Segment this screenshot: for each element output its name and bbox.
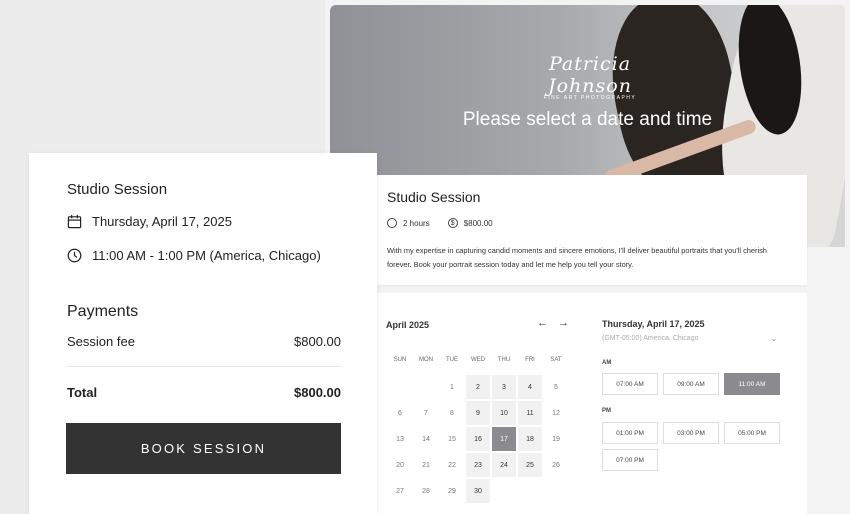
weekday-header: SAT: [550, 357, 562, 363]
calendar-card: April 2025 ← → Thursday, April 17, 2025 …: [377, 293, 807, 514]
booking-summary-card: Studio Session Thursday, April 17, 2025 …: [29, 153, 377, 514]
weekday-header: WED: [471, 357, 485, 363]
calendar-day: 28: [422, 487, 430, 495]
calendar-day[interactable]: 25: [518, 453, 542, 477]
calendar-day: 12: [552, 409, 560, 417]
service-description: With my expertise in capturing candid mo…: [387, 246, 767, 269]
pm-label: PM: [602, 408, 611, 414]
time-slot-button[interactable]: 07:00 PM: [602, 449, 658, 471]
am-label: AM: [602, 360, 612, 366]
time-slot-button[interactable]: 11:00 AM: [724, 373, 780, 395]
time-slot-button[interactable]: 01:00 PM: [602, 422, 658, 444]
calendar-month: April 2025: [386, 320, 430, 330]
calendar-day[interactable]: 3: [492, 375, 516, 399]
prev-month-button[interactable]: ←: [537, 317, 548, 329]
weekday-header: SUN: [393, 357, 407, 363]
month-nav: ← →: [537, 317, 569, 329]
time-slot-button[interactable]: 09:00 AM: [663, 373, 719, 395]
time-slot-button[interactable]: 07:00 AM: [602, 373, 658, 395]
calendar-day: 21: [422, 461, 430, 469]
dollar-icon: $: [447, 218, 458, 228]
calendar-day: 14: [422, 435, 430, 443]
session-fee-row: Session fee $800.00: [67, 334, 341, 349]
hero-title: Please select a date and time: [462, 109, 713, 130]
service-price: $800.00: [463, 218, 493, 228]
selected-date-label: Thursday, April 17, 2025: [602, 319, 705, 329]
total-label: Total: [67, 385, 98, 400]
weekday-header: FRI: [525, 357, 535, 363]
calendar-day[interactable]: 18: [518, 427, 542, 451]
calendar-day[interactable]: 10: [492, 401, 516, 425]
fee-value: $800.00: [294, 334, 341, 349]
calendar-day: 26: [552, 461, 560, 469]
calendar-day: 6: [398, 409, 402, 417]
next-month-button[interactable]: →: [558, 317, 569, 329]
payments-title: Payments: [67, 303, 139, 320]
service-meta: 2 hours $ $800.00: [387, 218, 797, 228]
summary-date-row: Thursday, April 17, 2025: [67, 214, 232, 229]
calendar-day-selected[interactable]: 17: [492, 427, 516, 451]
time-slot-button[interactable]: 05:00 PM: [724, 422, 780, 444]
signature-sub: FINE ART PHOTOGRAPHY: [543, 95, 637, 101]
calendar-day[interactable]: 24: [492, 453, 516, 477]
clock-icon: [387, 218, 397, 228]
signature-name: Patricia Johnson: [548, 53, 632, 97]
calendar-day: 8: [450, 409, 454, 417]
service-info-card: Studio Session 2 hours $ $800.00 With my…: [377, 175, 807, 285]
booking-page: Patricia Johnson FINE ART PHOTOGRAPHY Pl…: [325, 0, 850, 514]
calendar-day[interactable]: 9: [466, 401, 490, 425]
calendar-day: 29: [448, 487, 456, 495]
fee-label: Session fee: [67, 334, 135, 349]
calendar-day: 7: [424, 409, 428, 417]
calendar-day: 22: [448, 461, 456, 469]
service-title: Studio Session: [387, 189, 481, 205]
divider: [67, 366, 341, 367]
timezone-select[interactable]: (GMT-05:00) America, Chicago ⌄: [602, 335, 777, 343]
summary-date: Thursday, April 17, 2025: [92, 214, 232, 229]
summary-time-row: 11:00 AM - 1:00 PM (America, Chicago): [67, 248, 321, 263]
time-slot-button[interactable]: 03:00 PM: [663, 422, 719, 444]
summary-title: Studio Session: [67, 181, 168, 198]
timezone-value: (GMT-05:00) America, Chicago: [602, 335, 699, 342]
calendar-icon: [67, 214, 82, 229]
summary-time: 11:00 AM - 1:00 PM (America, Chicago): [92, 248, 321, 263]
calendar-day[interactable]: 16: [466, 427, 490, 451]
chevron-down-icon: ⌄: [771, 336, 777, 343]
calendar-day[interactable]: 11: [518, 401, 542, 425]
signature-logo: Patricia Johnson FINE ART PHOTOGRAPHY: [525, 53, 655, 101]
total-row: Total $800.00: [67, 385, 341, 400]
calendar-day[interactable]: 23: [466, 453, 490, 477]
calendar-day: 5: [554, 383, 558, 391]
calendar-day: 27: [396, 487, 404, 495]
calendar-day: 13: [396, 435, 404, 443]
calendar-day[interactable]: 2: [466, 375, 490, 399]
calendar-day[interactable]: 4: [518, 375, 542, 399]
weekday-header: TUE: [446, 357, 458, 363]
calendar-day[interactable]: 30: [466, 479, 490, 503]
calendar-day: 19: [552, 435, 560, 443]
calendar-day: 1: [450, 383, 454, 391]
clock-icon: [67, 248, 82, 263]
service-duration: 2 hours: [403, 218, 430, 228]
weekday-header: THU: [497, 357, 511, 363]
weekday-header: MON: [419, 357, 433, 363]
calendar-day: 20: [396, 461, 404, 469]
book-session-button[interactable]: BOOK SESSION: [66, 423, 341, 474]
calendar-day: 15: [448, 435, 456, 443]
total-value: $800.00: [294, 385, 341, 400]
